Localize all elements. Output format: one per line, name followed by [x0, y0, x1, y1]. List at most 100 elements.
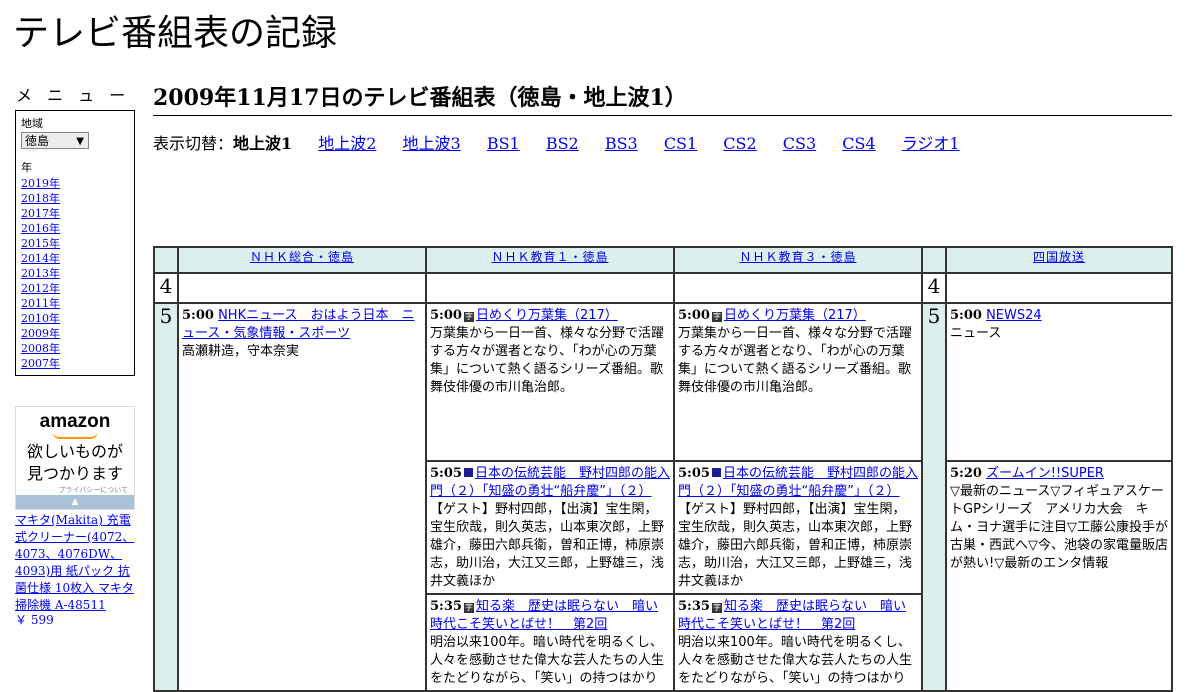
subtitle-icon — [463, 468, 473, 477]
year-link-2008[interactable]: 2008年 — [21, 341, 134, 356]
year-link-2009[interactable]: 2009年 — [21, 326, 134, 341]
program-time: 5:35 — [430, 599, 462, 614]
amazon-ad[interactable]: amazon 欲しいものが 見つかります プライバシーについて ▲ — [15, 406, 135, 510]
site-title: テレビ番組表の記録 — [13, 13, 338, 54]
program-desc: 【ゲスト】野村四郎，【出演】宝生閑，宝生欣哉，則久英志，山本東次郎，上野雄介，藤… — [430, 502, 665, 589]
program-time: 5:00 — [182, 308, 214, 323]
header-corner — [153, 246, 179, 274]
year-link-2012[interactable]: 2012年 — [21, 281, 134, 296]
channel-header: ＮＨＫ教育１・徳島 — [425, 246, 675, 274]
program-desc: 万葉集から一日一首、様々な分野で活躍する方々が選者となり、「わが心の万葉集」につ… — [678, 326, 913, 395]
channel-link-nhk-edu1[interactable]: ＮＨＫ教育１・徳島 — [491, 250, 608, 264]
switch-link-bs1[interactable]: BS1 — [487, 134, 520, 153]
program-time: 5:00 — [950, 308, 982, 323]
hour-row-5: 5 5:00 NHKニュース おはよう日本 ニュース・気象情報・スポーツ 高瀬耕… — [153, 302, 1173, 692]
menu-heading: メ ニ ュ ー — [16, 86, 131, 105]
program-nhk-edu1-500: 5:00 字日めくり万葉集（217） 万葉集から一日一首、様々な分野で活躍する方々… — [427, 304, 673, 399]
program-nhk-edu1-505: 5:05 日本の伝統芸能 野村四郎の能入門（２）「知盛の勇壮“船弁慶”」（２） 【… — [427, 462, 673, 593]
year-link-2014[interactable]: 2014年 — [21, 251, 134, 266]
data-broadcast-icon: 字 — [711, 603, 722, 613]
program-nhk-edu3-500: 5:00 字日めくり万葉集（217） 万葉集から一日一首、様々な分野で活躍する方々… — [675, 304, 921, 399]
year-label: 年 — [21, 161, 32, 174]
channel-link-shikoku[interactable]: 四国放送 — [1033, 250, 1085, 264]
program-title-link[interactable]: NEWS24 — [986, 308, 1042, 323]
channel-header: ＮＨＫ総合・徳島 — [177, 246, 427, 274]
hour-label-5: 5 — [153, 302, 179, 692]
program-shikoku-520: 5:20 ズームイン!!SUPER ▽最新のニュース▽フィギュアスケートGPシリ… — [947, 462, 1171, 575]
year-list: 2019年 2018年 2017年 2016年 2015年 2014年 2013… — [21, 176, 134, 371]
ad-privacy-link[interactable]: プライバシーについて — [16, 485, 134, 495]
menu-box: 地域 徳島 ▼ 年 2019年 2018年 2017年 2016年 2015年 … — [15, 110, 135, 376]
year-link-2018[interactable]: 2018年 — [21, 191, 134, 206]
year-link-2019[interactable]: 2019年 — [21, 176, 134, 191]
program-desc: 高瀬耕造，守本奈実 — [182, 344, 300, 359]
program-desc: 明治以来100年。暗い時代を明るくし、人々を感動させた偉大な芸人たちの人生をたど… — [430, 635, 665, 686]
channel-link-nhk-sogo[interactable]: ＮＨＫ総合・徳島 — [250, 250, 354, 264]
schedule-table: ＮＨＫ総合・徳島 ＮＨＫ教育１・徳島 ＮＨＫ教育３・徳島 四国放送 4 4 5 … — [153, 246, 1173, 692]
program-cell: 5:00 NHKニュース おはよう日本 ニュース・気象情報・スポーツ 高瀬耕造，… — [177, 302, 427, 692]
channel-link-nhk-edu3[interactable]: ＮＨＫ教育３・徳島 — [739, 250, 856, 264]
program-nhk-edu1-535: 5:35 字知る楽 歴史は眠らない 暗い時代こそ笑いとばせ！ 第2回 明治以来10… — [427, 595, 673, 690]
ad-product-link[interactable]: マキタ(Makita) 充電式クリーナー(4072、4073、4076DW、40… — [15, 512, 139, 614]
program-time: 5:00 — [678, 308, 710, 323]
switch-link-cs1[interactable]: CS1 — [664, 134, 697, 153]
program-title-link[interactable]: 日めくり万葉集（217） — [724, 308, 866, 323]
program-cell: 5:35 字知る楽 歴史は眠らない 暗い時代こそ笑いとばせ！ 第2回 明治以来10… — [673, 593, 923, 692]
hour-label-4: 4 — [921, 272, 947, 304]
hour-label-4: 4 — [153, 272, 179, 304]
program-desc: ▽最新のニュース▽フィギュアスケートGPシリーズ アメリカ大会 キム・ヨナ選手に… — [950, 484, 1168, 571]
empty-slot — [425, 272, 675, 304]
channel-switch-bar: 表示切替：地上波1 地上波2 地上波3 BS1 BS2 BS3 CS1 CS2 … — [153, 134, 1172, 154]
region-label: 地域 — [21, 117, 43, 130]
channel-header-row: ＮＨＫ総合・徳島 ＮＨＫ教育１・徳島 ＮＨＫ教育３・徳島 四国放送 — [153, 246, 1173, 274]
switch-link-radio1[interactable]: ラジオ1 — [902, 134, 960, 153]
program-time: 5:00 — [430, 308, 462, 323]
main-content: 2009年11月17日のテレビ番組表（徳島・地上波1） 表示切替：地上波1 地上… — [153, 84, 1172, 154]
year-link-2017[interactable]: 2017年 — [21, 206, 134, 221]
region-select-value: 徳島 — [25, 134, 50, 148]
channel-header: 四国放送 — [945, 246, 1173, 274]
year-link-2010[interactable]: 2010年 — [21, 311, 134, 326]
ad-product-price: ￥ 599 — [15, 613, 54, 627]
switch-link-cs2[interactable]: CS2 — [723, 134, 756, 153]
program-title-link[interactable]: 日めくり万葉集（217） — [476, 308, 618, 323]
switch-link-cs3[interactable]: CS3 — [783, 134, 816, 153]
year-link-2015[interactable]: 2015年 — [21, 236, 134, 251]
program-time: 5:05 — [430, 466, 462, 481]
year-link-2007[interactable]: 2007年 — [21, 356, 134, 371]
amazon-logo: amazon — [39, 411, 111, 432]
switch-link-bs2[interactable]: BS2 — [546, 134, 579, 153]
switch-link-terrestrial3[interactable]: 地上波3 — [403, 134, 461, 153]
program-shikoku-500: 5:00 NEWS24 ニュース — [947, 304, 1171, 345]
program-cell: 5:05 日本の伝統芸能 野村四郎の能入門（２）「知盛の勇壮“船弁慶”」（２） 【… — [425, 460, 675, 595]
program-cell: 5:05 日本の伝統芸能 野村四郎の能入門（２）「知盛の勇壮“船弁慶”」（２） 【… — [673, 460, 923, 595]
subtitle-icon — [711, 468, 721, 477]
region-select[interactable]: 徳島 ▼ — [21, 132, 89, 149]
program-time: 5:20 — [950, 466, 982, 481]
program-time: 5:05 — [678, 466, 710, 481]
empty-slot — [945, 272, 1173, 304]
program-time: 5:35 — [678, 599, 710, 614]
hour-label-5: 5 — [921, 302, 947, 692]
chevron-down-icon: ▼ — [76, 136, 84, 147]
ad-tagline-1: 欲しいものが — [26, 442, 123, 461]
program-cell: 5:35 字知る楽 歴史は眠らない 暗い時代こそ笑いとばせ！ 第2回 明治以来10… — [425, 593, 675, 692]
page-heading: 2009年11月17日のテレビ番組表（徳島・地上波1） — [153, 84, 1172, 116]
year-link-2016[interactable]: 2016年 — [21, 221, 134, 236]
switch-link-bs3[interactable]: BS3 — [605, 134, 638, 153]
switch-link-terrestrial2[interactable]: 地上波2 — [318, 134, 376, 153]
header-corner — [921, 246, 947, 274]
data-broadcast-icon: 字 — [463, 312, 474, 322]
year-link-2011[interactable]: 2011年 — [21, 296, 134, 311]
program-cell: 5:20 ズームイン!!SUPER ▽最新のニュース▽フィギュアスケートGPシリ… — [945, 460, 1173, 692]
year-link-2013[interactable]: 2013年 — [21, 266, 134, 281]
empty-slot — [673, 272, 923, 304]
program-title-link[interactable]: NHKニュース おはよう日本 ニュース・気象情報・スポーツ — [182, 308, 414, 341]
empty-slot — [177, 272, 427, 304]
program-title-link[interactable]: ズームイン!!SUPER — [986, 466, 1104, 481]
program-nhk-edu3-535: 5:35 字知る楽 歴史は眠らない 暗い時代こそ笑いとばせ！ 第2回 明治以来10… — [675, 595, 921, 690]
program-desc: 万葉集から一日一首、様々な分野で活躍する方々が選者となり、「わが心の万葉集」につ… — [430, 326, 665, 395]
ad-scroll-up-icon[interactable]: ▲ — [16, 495, 134, 509]
program-cell: 5:00 字日めくり万葉集（217） 万葉集から一日一首、様々な分野で活躍する方々… — [425, 302, 675, 462]
switch-link-cs4[interactable]: CS4 — [842, 134, 875, 153]
